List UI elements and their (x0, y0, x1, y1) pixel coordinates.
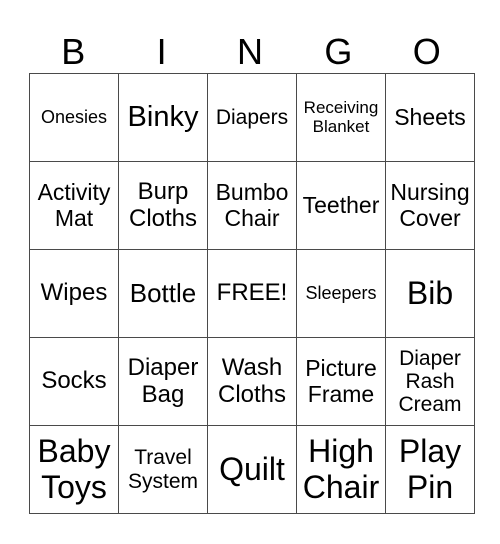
grid-row: Socks Diaper Bag Wash Cloths Picture Fra… (29, 337, 475, 426)
bingo-cell[interactable]: Receiving Blanket (296, 73, 386, 162)
bingo-cell[interactable]: Travel System (118, 425, 208, 514)
header-letter-b: B (61, 31, 86, 72)
bingo-cell[interactable]: Baby Toys (29, 425, 119, 514)
bingo-cell[interactable]: Bumbo Chair (207, 161, 297, 250)
bingo-grid: Onesies Binky Diapers Receiving Blanket … (29, 73, 475, 514)
bingo-cell[interactable]: High Chair (296, 425, 386, 514)
bingo-header: B I N G O (29, 30, 471, 74)
bingo-cell[interactable]: Burp Cloths (118, 161, 208, 250)
bingo-cell[interactable]: Activity Mat (29, 161, 119, 250)
bingo-cell[interactable]: Diapers (207, 73, 297, 162)
grid-row: Wipes Bottle FREE! Sleepers Bib (29, 249, 475, 338)
header-letter-g: G (324, 31, 353, 72)
bingo-cell[interactable]: Wipes (29, 249, 119, 338)
header-letter-o: O (412, 31, 441, 72)
free-space-cell[interactable]: FREE! (207, 249, 297, 338)
bingo-cell[interactable]: Diaper Rash Cream (385, 337, 475, 426)
grid-row: Activity Mat Burp Cloths Bumbo Chair Tee… (29, 161, 475, 250)
header-letter-i: I (156, 31, 167, 72)
bingo-cell[interactable]: Picture Frame (296, 337, 386, 426)
bingo-cell[interactable]: Bib (385, 249, 475, 338)
bingo-cell[interactable]: Wash Cloths (207, 337, 297, 426)
bingo-cell[interactable]: Bottle (118, 249, 208, 338)
bingo-cell[interactable]: Binky (118, 73, 208, 162)
grid-row: Baby Toys Travel System Quilt High Chair… (29, 425, 475, 514)
header-letter-n: N (236, 31, 263, 72)
grid-row: Onesies Binky Diapers Receiving Blanket … (29, 73, 475, 162)
bingo-cell[interactable]: Sheets (385, 73, 475, 162)
bingo-cell[interactable]: Nursing Cover (385, 161, 475, 250)
bingo-cell[interactable]: Teether (296, 161, 386, 250)
bingo-cell[interactable]: Diaper Bag (118, 337, 208, 426)
bingo-cell[interactable]: Onesies (29, 73, 119, 162)
bingo-cell[interactable]: Play Pin (385, 425, 475, 514)
bingo-cell[interactable]: Socks (29, 337, 119, 426)
bingo-cell[interactable]: Sleepers (296, 249, 386, 338)
bingo-cell[interactable]: Quilt (207, 425, 297, 514)
